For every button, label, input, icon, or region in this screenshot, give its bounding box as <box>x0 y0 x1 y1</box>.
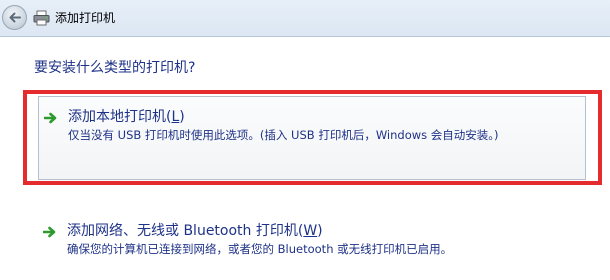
add-network-printer-title: 添加网络、无线或 Bluetooth 打印机(W) <box>67 222 323 240</box>
printer-icon <box>33 10 50 26</box>
back-arrow-icon <box>9 12 21 23</box>
green-arrow-icon <box>44 112 57 124</box>
page-question: 要安装什么类型的打印机? <box>34 60 196 76</box>
add-local-printer-title: 添加本地打印机(L) <box>68 108 185 126</box>
back-button[interactable] <box>2 5 27 30</box>
add-local-printer-description: 仅当没有 USB 打印机时使用此选项。(插入 USB 打印机后，Windows … <box>68 128 499 142</box>
window-title: 添加打印机 <box>55 11 116 25</box>
hotkey-letter: W <box>303 223 318 239</box>
add-local-printer-option[interactable]: 添加本地打印机(L) 仅当没有 USB 打印机时使用此选项。(插入 USB 打印… <box>38 96 586 180</box>
title-suffix: ) <box>317 223 323 239</box>
title-prefix: 添加本地打印机( <box>68 109 172 125</box>
add-printer-wizard: 添加打印机 要安装什么类型的打印机? 添加本地打印机(L) 仅当没有 USB 打… <box>0 0 610 280</box>
add-network-printer-option[interactable]: 添加网络、无线或 Bluetooth 打印机(W) 确保您的计算机已连接到网络，… <box>38 212 586 270</box>
green-arrow-icon <box>43 226 56 238</box>
add-network-printer-description: 确保您的计算机已连接到网络，或者您的 Bluetooth 或无线打印机已启用。 <box>67 242 453 256</box>
title-prefix: 添加网络、无线或 Bluetooth 打印机( <box>67 223 304 239</box>
title-suffix: ) <box>179 109 185 125</box>
title-bar: 添加打印机 <box>0 0 610 37</box>
